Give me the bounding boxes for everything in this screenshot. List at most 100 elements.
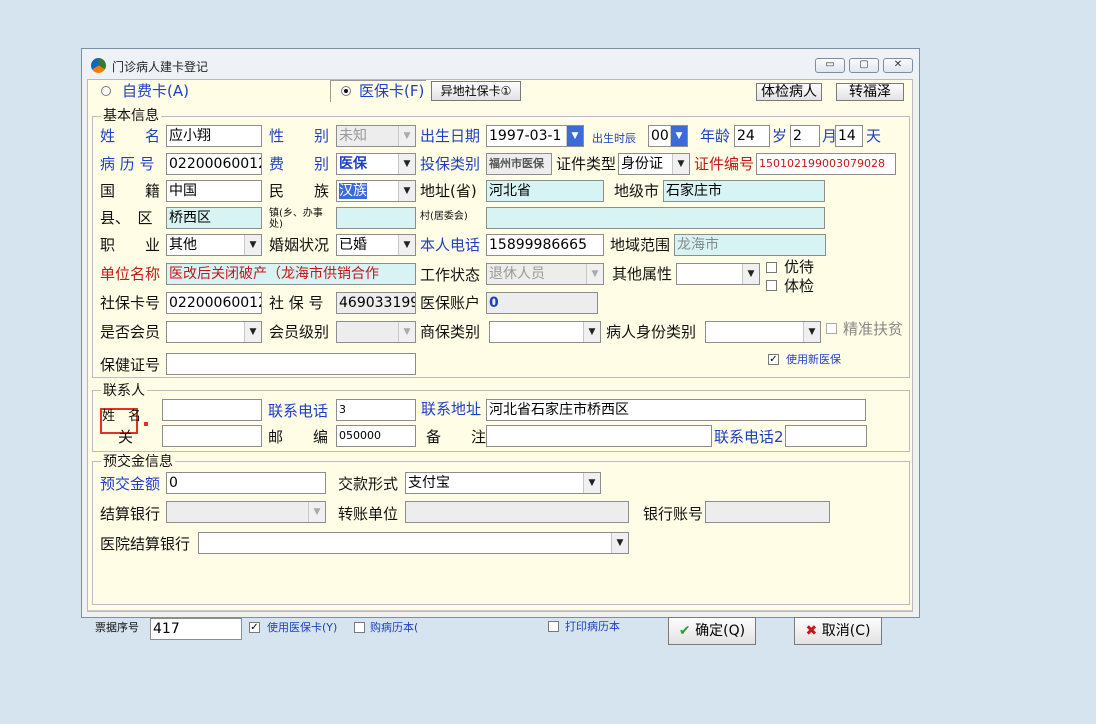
chevron-down-icon: ▼ <box>586 264 603 284</box>
city-field[interactable]: 石家庄市 <box>663 180 825 202</box>
remote-social-card-button[interactable]: 异地社保卡① <box>431 81 521 101</box>
village-label: 村(居委会) <box>420 211 468 222</box>
id-type-value: 身份证 <box>621 156 663 172</box>
bank-select[interactable]: ▼ <box>166 501 326 523</box>
id-no-label: 证件编号 <box>694 155 755 173</box>
birth-date-picker[interactable]: 1997-03-1 ▼ <box>486 125 584 147</box>
chevron-down-icon: ▼ <box>583 473 600 493</box>
work-status-select[interactable]: 退休人员 ▼ <box>486 263 604 285</box>
remark-field[interactable] <box>486 425 712 447</box>
insure-type-label: 投保类别 <box>420 155 481 173</box>
window-title: 门诊病人建卡登记 <box>112 60 209 74</box>
region-field[interactable]: 龙海市 <box>674 234 826 256</box>
checkup-patient-button[interactable]: 体检病人 <box>756 83 822 101</box>
patient-type-label: 病人身份类别 <box>606 323 697 341</box>
county-field[interactable]: 桥西区 <box>166 207 262 229</box>
province-label: 地址(省) <box>420 182 477 200</box>
patient-type-select[interactable]: ▼ <box>705 321 821 343</box>
transfer-button[interactable]: 转福泽 <box>836 83 904 101</box>
print-record-label: 打印病历本 <box>565 620 620 633</box>
vip-checkbox[interactable] <box>766 262 777 273</box>
age-days-field[interactable]: 14 <box>835 125 863 147</box>
marital-select[interactable]: 已婚 ▼ <box>336 234 416 256</box>
contact-address-field[interactable]: 河北省石家庄市桥西区 <box>486 399 866 421</box>
self-pay-radio[interactable] <box>101 86 111 96</box>
print-record-checkbox[interactable] <box>548 621 559 632</box>
insure-type-field[interactable]: 福州市医保 <box>486 153 552 175</box>
tab-insurance[interactable]: 医保卡(F) <box>330 80 426 102</box>
village-field[interactable] <box>486 207 825 229</box>
receipt-field[interactable]: 417 <box>150 618 242 640</box>
phone-field[interactable]: 15899986665 <box>486 234 604 256</box>
transfer-label: 转账单位 <box>338 505 399 523</box>
tab-self-pay[interactable]: 自费卡(A) <box>88 80 332 102</box>
member-level-label: 会员级别 <box>269 323 330 341</box>
nation-field[interactable]: 中国 <box>166 180 262 202</box>
fee-select[interactable]: 医保 ▼ <box>336 153 416 175</box>
contact-phone-field[interactable]: 3 <box>336 399 416 421</box>
birth-hour-label: 出生时辰 <box>592 132 636 145</box>
chevron-down-icon: ▼ <box>672 154 689 174</box>
chevron-down-icon: ▼ <box>398 181 415 201</box>
employer-field[interactable]: 医改后关闭破产（龙海市供销合作 <box>166 263 416 285</box>
chevron-down-icon: ▼ <box>398 126 415 146</box>
buy-record-checkbox[interactable] <box>354 622 365 633</box>
cancel-button[interactable]: ✖ 取消(C) <box>794 617 882 645</box>
member-select[interactable]: ▼ <box>166 321 262 343</box>
account-field[interactable] <box>705 501 830 523</box>
ss-card-field[interactable]: 02200060012 <box>166 292 262 314</box>
job-select[interactable]: 其他 ▼ <box>166 234 262 256</box>
age-years-field[interactable]: 24 <box>734 125 770 147</box>
checkup-checkbox[interactable] <box>766 280 777 291</box>
chevron-down-icon: ▼ <box>398 154 415 174</box>
other-attr-select[interactable]: ▼ <box>676 263 760 285</box>
deposit-amount-field[interactable]: 0 <box>166 472 326 494</box>
med-account-field[interactable]: 0 <box>486 292 598 314</box>
name-label: 姓 名 <box>100 127 161 145</box>
use-new-insurance-checkbox[interactable]: ✓ <box>768 354 779 365</box>
ss-no-field[interactable]: 469033199 <box>336 292 416 314</box>
use-card-checkbox[interactable]: ✓ <box>249 622 260 633</box>
age-months-field[interactable]: 2 <box>790 125 820 147</box>
age-days-unit: 天 <box>866 127 882 145</box>
contact-name-field[interactable] <box>162 399 262 421</box>
close-button[interactable]: ✕ <box>883 58 913 73</box>
job-value: 其他 <box>169 237 197 253</box>
marital-label: 婚姻状况 <box>269 236 330 254</box>
poverty-checkbox[interactable] <box>826 323 837 334</box>
hospital-bank-select[interactable]: ▼ <box>198 532 629 554</box>
insurance-radio[interactable] <box>341 86 351 96</box>
transfer-field[interactable] <box>405 501 629 523</box>
relation-field[interactable] <box>162 425 262 447</box>
cancel-button-label: 取消(C) <box>821 623 871 639</box>
province-field[interactable]: 河北省 <box>486 180 604 202</box>
member-level-select[interactable]: ▼ <box>336 321 416 343</box>
chevron-down-icon: ▼ <box>742 264 759 284</box>
minimize-button[interactable]: ▭ <box>815 58 845 73</box>
gender-value: 未知 <box>339 128 367 144</box>
contact-phone2-field[interactable] <box>785 425 867 447</box>
region-label: 地域范围 <box>610 236 671 254</box>
ok-button[interactable]: ✔ 确定(Q) <box>668 617 756 645</box>
id-type-label: 证件类型 <box>556 155 617 173</box>
chevron-down-icon: ▼ <box>803 322 820 342</box>
id-type-select[interactable]: 身份证 ▼ <box>618 153 690 175</box>
birth-hour-select[interactable]: 00 ▼ <box>648 125 688 147</box>
poverty-label: 精准扶贫 <box>843 320 904 338</box>
health-no-field[interactable] <box>166 353 416 375</box>
gender-label: 性 别 <box>269 127 330 145</box>
restore-button[interactable]: ▢ <box>849 58 879 73</box>
id-no-field[interactable]: 150102199003079028 <box>756 153 896 175</box>
commercial-select[interactable]: ▼ <box>489 321 601 343</box>
record-label: 病 历 号 <box>100 155 155 173</box>
record-field[interactable]: 02200060012 <box>166 153 262 175</box>
gender-select[interactable]: 未知 ▼ <box>336 125 416 147</box>
vip-label: 优待 <box>784 258 815 276</box>
birth-value: 1997-03-1 <box>489 128 562 144</box>
ethnic-select[interactable]: 汉族 ▼ <box>336 180 416 202</box>
zip-field[interactable]: 050000 <box>336 425 416 447</box>
health-no-label: 保健证号 <box>100 356 161 374</box>
pay-select[interactable]: 支付宝 ▼ <box>405 472 601 494</box>
town-field[interactable] <box>336 207 416 229</box>
name-field[interactable]: 应小翔 <box>166 125 262 147</box>
